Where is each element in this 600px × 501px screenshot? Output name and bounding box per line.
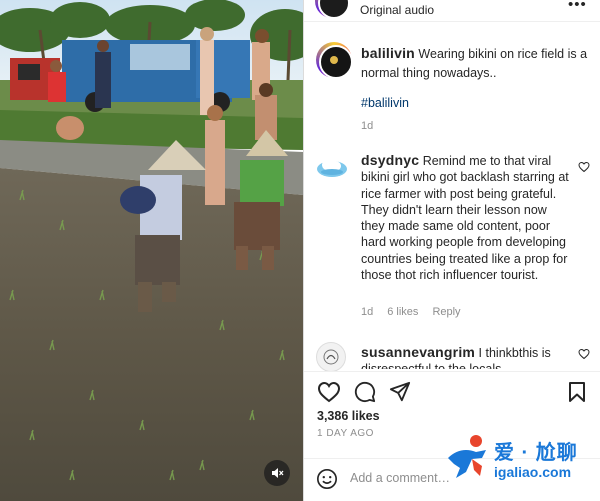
audio-label[interactable]: Original audio xyxy=(360,3,434,17)
comment-like-icon[interactable] xyxy=(578,161,590,173)
post-header: Original audio ••• xyxy=(304,0,600,22)
caption-timestamp[interactable]: 1d xyxy=(361,120,373,132)
save-bookmark-icon[interactable] xyxy=(567,381,587,403)
cloud-avatar-icon xyxy=(317,159,347,177)
site-watermark: 爱 · 尬聊 igaliao.com xyxy=(442,432,600,490)
runner-logo-icon xyxy=(448,435,486,478)
post-photo[interactable] xyxy=(0,0,303,501)
like-heart-icon[interactable] xyxy=(317,381,341,403)
post-actions-bar xyxy=(304,371,600,411)
commenter-avatar[interactable] xyxy=(316,152,348,184)
post-date[interactable]: 1 DAY AGO xyxy=(317,428,374,439)
hashtag-link[interactable]: #balilivin xyxy=(361,96,409,110)
more-options-icon[interactable]: ••• xyxy=(568,0,587,13)
like-count[interactable]: 3,386 likes xyxy=(317,409,380,423)
comment-text: Remind me to that viral bikini girl who … xyxy=(361,154,569,283)
watermark-url: igaliao.com xyxy=(494,464,572,480)
post-caption: balilivin Wearing bikini on rice field i… xyxy=(361,44,591,83)
commenter-username[interactable]: susannevangrim xyxy=(361,344,475,360)
comment-meta: 1d 6 likes Reply xyxy=(361,306,461,318)
comment-bubble-icon[interactable] xyxy=(354,381,376,403)
seal-avatar-icon xyxy=(323,349,339,365)
author-username[interactable]: balilivin xyxy=(361,45,415,61)
post-sidebar: Original audio ••• balilivin Wearing bik… xyxy=(303,0,600,501)
comment-body: dsydnyc Remind me to that viral bikini g… xyxy=(361,152,573,283)
comment-body: susannevangrim I thinkbthis is disrespec… xyxy=(361,344,573,369)
watermark-text: 爱 · 尬聊 xyxy=(494,442,578,464)
author-avatar[interactable] xyxy=(316,42,353,79)
header-avatar[interactable] xyxy=(315,0,350,19)
reply-button[interactable]: Reply xyxy=(432,306,460,318)
commenter-username[interactable]: dsydnyc xyxy=(361,152,419,168)
comment-like-icon[interactable] xyxy=(578,348,590,360)
rice-field-scene xyxy=(0,0,303,501)
comment-timestamp[interactable]: 1d xyxy=(361,306,373,318)
share-paper-plane-icon[interactable] xyxy=(389,381,411,403)
emoji-icon[interactable] xyxy=(316,468,338,490)
mute-button[interactable] xyxy=(264,460,290,486)
commenter-avatar[interactable] xyxy=(316,342,346,372)
comment-like-count[interactable]: 6 likes xyxy=(387,306,418,318)
speaker-muted-icon xyxy=(272,468,284,478)
